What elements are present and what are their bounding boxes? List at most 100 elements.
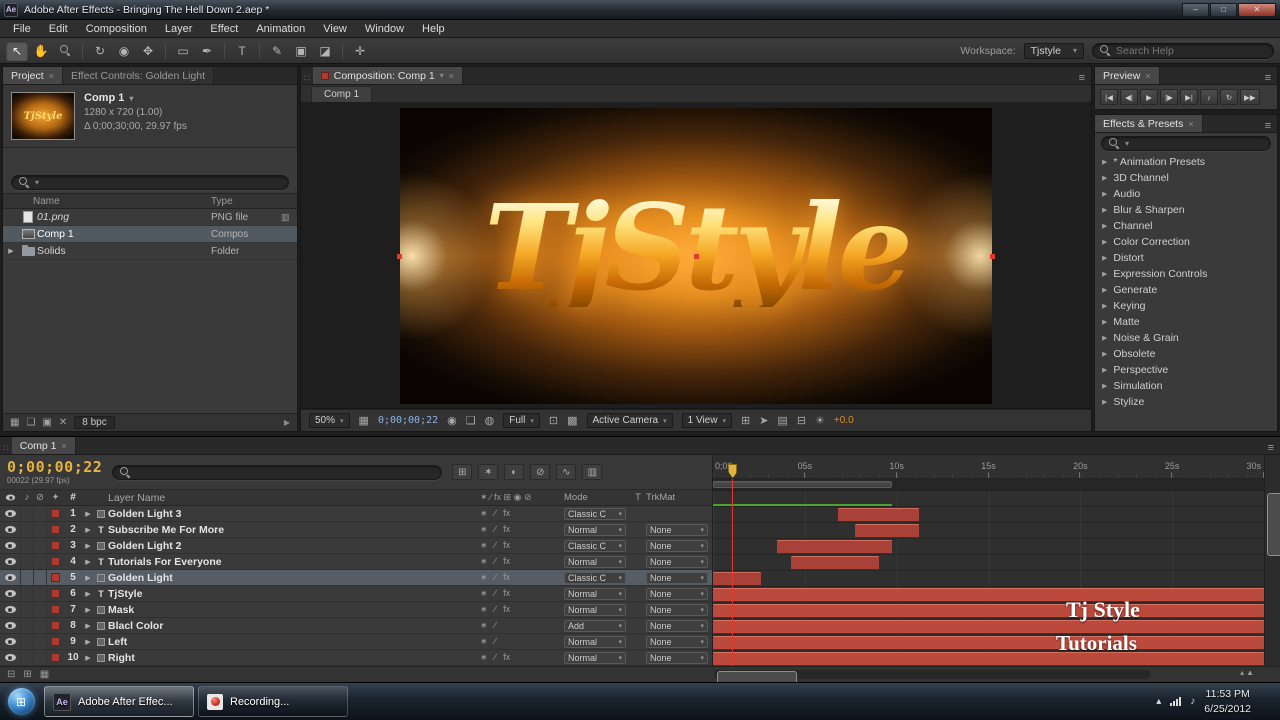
layer-switches[interactable]: ∗ ∕ — [476, 636, 564, 647]
graph-editor-icon[interactable]: ▥ — [582, 464, 603, 481]
t-column-header[interactable]: T — [630, 492, 646, 503]
visibility-cell[interactable] — [0, 590, 20, 597]
frame-blend-switch-icon[interactable]: ∗ — [480, 636, 488, 647]
expand-arrow-icon[interactable]: ▶ — [1102, 174, 1107, 182]
rotation-tool-icon[interactable]: ↻ — [89, 41, 111, 61]
new-composition-icon[interactable]: ▣ — [42, 417, 51, 428]
expand-arrow-icon[interactable]: ▶ — [82, 558, 94, 566]
quality-switch-icon[interactable]: ∕ — [495, 524, 497, 535]
lock-cell[interactable] — [33, 522, 46, 537]
taskbar-app-recording[interactable]: Recording... — [198, 686, 348, 717]
lock-cell[interactable] — [33, 602, 46, 617]
tab-composition[interactable]: Composition: Comp 1 ▾ × — [312, 67, 463, 84]
menu-animation[interactable]: Animation — [247, 20, 314, 38]
switches-column-header[interactable]: ✶ ∕ fx ⊞ ◉ ⊘ — [476, 492, 564, 503]
interpret-footage-icon[interactable]: ▦ — [10, 417, 19, 428]
layer-duration-bar-2[interactable] — [854, 524, 920, 538]
timeline-track-area[interactable]: 0;00 05s 10s 15s 20s 25s 30s Tj Style Tutorials — [712, 455, 1264, 666]
anchor-point-handle[interactable] — [694, 254, 699, 259]
eye-icon[interactable] — [4, 510, 16, 517]
audio-cell[interactable] — [20, 586, 33, 601]
layer-switches[interactable]: ∗ ∕ fx — [476, 604, 564, 615]
panel-gripper[interactable]: ∷ — [301, 73, 313, 84]
close-icon[interactable]: × — [62, 441, 67, 451]
label-color-swatch[interactable] — [51, 509, 60, 518]
label-color-swatch[interactable] — [51, 637, 60, 646]
expand-arrow-icon[interactable]: ▶ — [1102, 366, 1107, 374]
quality-switch-icon[interactable]: ∕ — [495, 588, 497, 599]
layer-row-9[interactable]: 9 ▶ Left ∗ ∕ Normal ▾ None ▾ — [0, 634, 712, 650]
layer-row-2[interactable]: 2 ▶ T Subscribe Me For More ∗ ∕ fx Normal ▾ None ▾ — [0, 522, 712, 538]
eye-icon[interactable] — [4, 558, 16, 565]
layer-duration-bar-7[interactable] — [713, 604, 1264, 618]
layer-row-10[interactable]: 10 ▶ Right ∗ ∕ fx Normal ▾ None ▾ — [0, 650, 712, 666]
expand-arrow-icon[interactable]: ▶ — [82, 542, 94, 550]
layer-switches-icon[interactable]: ▦ — [40, 669, 49, 680]
pen-tool-icon[interactable]: ✒ — [196, 41, 218, 61]
timeline-horizontal-scrollbar[interactable] — [714, 670, 1150, 719]
panel-menu-icon[interactable]: ≡ — [1262, 442, 1280, 454]
effects-category-blur-sharpen[interactable]: ▶ Blur & Sharpen — [1095, 202, 1277, 218]
layer-duration-bar-1[interactable] — [837, 508, 920, 522]
expand-arrow-icon[interactable]: ▶ — [82, 638, 94, 646]
project-search-box[interactable]: ▾ — [11, 175, 289, 190]
label-color-swatch[interactable] — [51, 589, 60, 598]
ram-preview-button[interactable]: ▶▶ — [1240, 89, 1260, 105]
first-frame-button[interactable]: |◀ — [1100, 89, 1118, 105]
effects-category-obsolete[interactable]: ▶ Obsolete — [1095, 346, 1277, 362]
composition-image[interactable]: TjStyle — [397, 108, 995, 404]
eye-icon[interactable] — [4, 606, 16, 613]
frame-blend-switch-icon[interactable]: ∗ — [480, 652, 488, 663]
quality-switch-icon[interactable]: ∕ — [495, 620, 497, 631]
frame-blend-switch-icon[interactable]: ∗ — [480, 508, 488, 519]
mode-dropdown[interactable]: Normal ▾ — [564, 635, 626, 648]
menu-layer[interactable]: Layer — [156, 20, 202, 38]
audio-cell[interactable] — [20, 650, 33, 665]
expand-arrow-icon[interactable]: ▶ — [1102, 270, 1107, 278]
hand-tool-icon[interactable]: ✋ — [30, 41, 52, 61]
menu-effect[interactable]: Effect — [201, 20, 247, 38]
label-color-cell[interactable] — [46, 522, 64, 537]
expand-arrow-icon[interactable]: ▶ — [1102, 206, 1107, 214]
effects-category-expression-controls[interactable]: ▶ Expression Controls — [1095, 266, 1277, 282]
eye-icon[interactable] — [4, 622, 16, 629]
expand-arrow-icon[interactable]: ▶ — [1102, 302, 1107, 310]
trkmat-dropdown[interactable]: None ▾ — [646, 603, 708, 616]
menu-edit[interactable]: Edit — [40, 20, 77, 38]
comp-thumbnail[interactable]: TjStyle — [11, 92, 75, 140]
layer-duration-bar-5[interactable] — [713, 572, 762, 586]
fx-switch-icon[interactable]: fx — [503, 508, 510, 519]
magnification-dropdown[interactable]: 50% ▾ — [309, 413, 350, 428]
trkmat-column-header[interactable]: TrkMat — [646, 492, 712, 503]
chevron-down-icon[interactable]: ▾ — [129, 94, 133, 103]
expand-arrow-icon[interactable]: ▶ — [1102, 254, 1107, 262]
lock-cell[interactable] — [33, 506, 46, 521]
label-color-swatch[interactable] — [51, 605, 60, 614]
flowchart-button-icon[interactable]: ⊟ — [797, 414, 806, 427]
effects-category-matte[interactable]: ▶ Matte — [1095, 314, 1277, 330]
layer-row-8[interactable]: 8 ▶ Blacl Color ∗ ∕ Add ▾ None ▾ — [0, 618, 712, 634]
snapshot-icon[interactable]: ◉ — [447, 414, 457, 427]
eye-icon[interactable] — [4, 574, 16, 581]
visibility-cell[interactable] — [0, 558, 20, 565]
label-color-cell[interactable] — [46, 554, 64, 569]
delete-item-icon[interactable]: ✕ — [59, 417, 67, 428]
mode-column-header[interactable]: Mode — [564, 492, 630, 503]
frame-blend-switch-icon[interactable]: ∗ — [480, 588, 488, 599]
expand-arrow-icon[interactable]: ▶ — [1102, 158, 1107, 166]
new-folder-icon[interactable]: ❏ — [26, 417, 35, 428]
start-button[interactable]: ⊞ — [0, 683, 42, 720]
eye-icon[interactable] — [4, 590, 16, 597]
brush-tool-icon[interactable]: ✎ — [266, 41, 288, 61]
lock-cell[interactable] — [33, 554, 46, 569]
layer-duration-bar-8[interactable] — [713, 620, 1264, 634]
mode-dropdown[interactable]: Classic C ▾ — [564, 507, 626, 520]
layer-switches[interactable]: ∗ ∕ fx — [476, 652, 564, 663]
column-name[interactable]: Name — [3, 196, 211, 207]
trkmat-dropdown[interactable]: None ▾ — [646, 619, 708, 632]
lock-cell[interactable] — [33, 650, 46, 665]
fx-switch-icon[interactable]: fx — [503, 604, 510, 615]
menu-composition[interactable]: Composition — [77, 20, 156, 38]
label-color-cell[interactable] — [46, 506, 64, 521]
quality-switch-icon[interactable]: ∕ — [495, 556, 497, 567]
